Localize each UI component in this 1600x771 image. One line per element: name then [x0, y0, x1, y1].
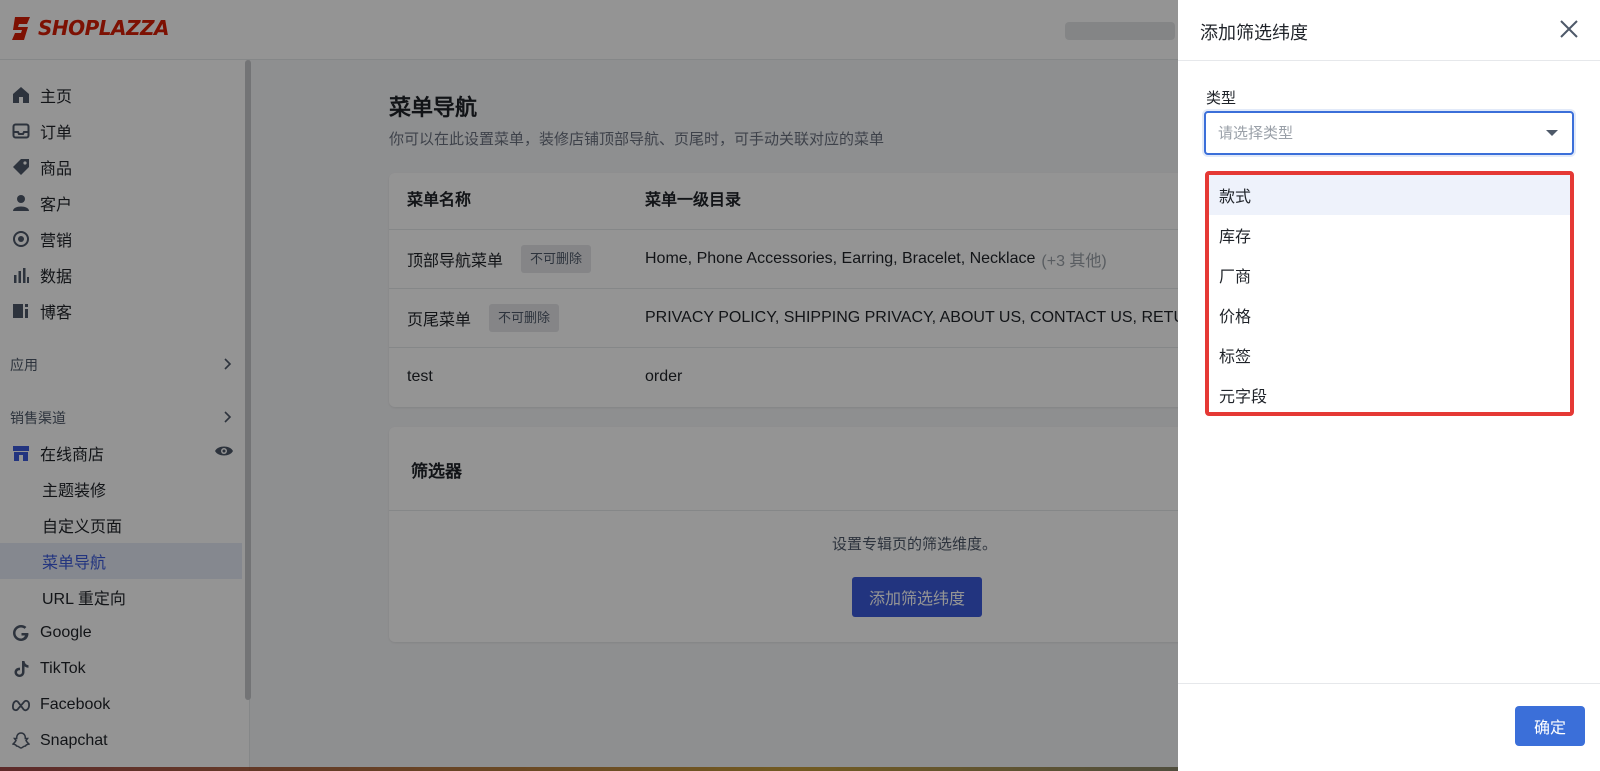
type-label: 类型: [1206, 90, 1237, 107]
confirm-button[interactable]: 确定: [1515, 706, 1585, 746]
caret-down-icon: [1546, 130, 1558, 136]
type-select[interactable]: [1204, 111, 1574, 155]
drawer-header: 添加筛选纬度: [1178, 0, 1600, 61]
option-vendor[interactable]: 厂商: [1209, 255, 1570, 295]
option-price[interactable]: 价格: [1209, 295, 1570, 335]
drawer-title: 添加筛选纬度: [1200, 23, 1308, 43]
footer-divider: [1178, 683, 1600, 684]
option-metafield[interactable]: 元字段: [1209, 375, 1570, 412]
add-filter-drawer: 添加筛选纬度 类型 款式 库存 厂商 价格 标签 元字段 确定: [1178, 0, 1600, 771]
type-dropdown: 款式 库存 厂商 价格 标签 元字段: [1205, 171, 1574, 416]
option-style[interactable]: 款式: [1209, 175, 1570, 215]
option-tags[interactable]: 标签: [1209, 335, 1570, 375]
option-inventory[interactable]: 库存: [1209, 215, 1570, 255]
close-button[interactable]: [1557, 17, 1581, 41]
type-select-input[interactable]: [1218, 113, 1538, 153]
close-icon: [1560, 20, 1578, 38]
